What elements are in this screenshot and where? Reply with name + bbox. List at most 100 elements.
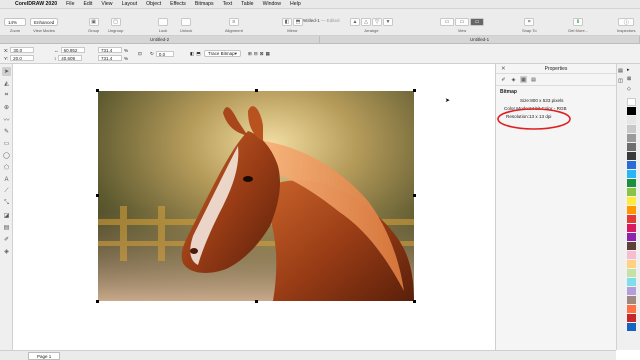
drop-shadow-tool-icon[interactable]: ◪	[2, 211, 11, 220]
transparency-tool-icon[interactable]: ▤	[2, 223, 11, 232]
y-input[interactable]: 20.0	[10, 55, 35, 61]
lock-ratio-icon[interactable]: ⊡	[138, 51, 142, 57]
connector-tool-icon[interactable]: ⤡	[2, 199, 11, 208]
objects-side-icon[interactable]: ◫	[617, 78, 624, 84]
outline-tab-icon[interactable]: ✐	[500, 76, 507, 83]
palette-swatch[interactable]	[627, 305, 636, 313]
menu-file[interactable]: File	[66, 1, 74, 7]
polygon-tool-icon[interactable]: ⬠	[2, 163, 11, 172]
properties-side-icon[interactable]: ▤	[617, 68, 624, 74]
mirror-vertical-icon[interactable]: ⬒	[293, 18, 303, 26]
to-front-icon[interactable]: ▲	[350, 18, 360, 26]
palette-swatch[interactable]	[627, 233, 636, 241]
crop-bitmap-icon[interactable]: ⊟	[254, 51, 258, 57]
palette-swatch[interactable]	[627, 224, 636, 232]
handle-top-left[interactable]	[96, 89, 99, 92]
menu-text[interactable]: Text	[223, 1, 233, 7]
rectangle-tool-icon[interactable]: ▭	[2, 139, 11, 148]
handle-middle-right[interactable]	[413, 194, 416, 197]
tab-untitled-2[interactable]: Untitled-2	[0, 36, 320, 43]
palette-swatch[interactable]	[627, 287, 636, 295]
palette-swatch[interactable]	[627, 116, 636, 124]
freehand-tool-icon[interactable]: 〰	[2, 115, 11, 124]
lock-ratio[interactable]: ⊡	[138, 51, 142, 57]
menu-table[interactable]: Table	[241, 1, 253, 7]
unlock-icon[interactable]	[181, 18, 192, 26]
get-more-icon[interactable]: ⬇	[573, 18, 583, 26]
palette-swatch[interactable]	[627, 206, 636, 214]
palette-lock-icon[interactable]: ◇	[627, 86, 631, 92]
palette-swatch[interactable]	[627, 269, 636, 277]
menu-app-name[interactable]: CorelDRAW 2020	[15, 1, 57, 7]
to-back-icon[interactable]: ▼	[383, 18, 393, 26]
palette-swatch[interactable]	[627, 98, 636, 106]
mirror-v-small-icon[interactable]: ⬒	[196, 51, 200, 57]
zoom-tool-icon[interactable]: ⊕	[2, 103, 11, 112]
palette-swatch[interactable]	[627, 161, 636, 169]
palette-swatch[interactable]	[627, 143, 636, 151]
lock-icon[interactable]	[158, 18, 168, 26]
edit-bitmap-icon[interactable]: ⊞	[248, 51, 252, 57]
view-normal-icon[interactable]: ▭	[455, 18, 469, 26]
view-mode-select[interactable]: Enhanced	[30, 18, 58, 26]
handle-bottom-middle[interactable]	[255, 300, 258, 303]
handle-middle-left[interactable]	[96, 194, 99, 197]
inspectors-icon[interactable]: ⓘ	[618, 18, 635, 26]
menu-bitmaps[interactable]: Bitmaps	[195, 1, 214, 7]
fill-tool-icon[interactable]: ◈	[2, 247, 11, 256]
handle-bottom-left[interactable]	[96, 300, 99, 303]
palette-swatch[interactable]	[627, 188, 636, 196]
ungroup-icon[interactable]: ▢	[110, 18, 121, 26]
tab-untitled-1[interactable]: Untitled-1	[320, 36, 640, 43]
menu-window[interactable]: Window	[263, 1, 281, 7]
handle-bottom-right[interactable]	[413, 300, 416, 303]
menu-object[interactable]: Object	[146, 1, 161, 7]
snap-icon[interactable]: ⌗	[524, 18, 535, 26]
width-input[interactable]: 60.952	[60, 47, 85, 53]
horse-bitmap[interactable]	[98, 91, 414, 301]
eyedropper-tool-icon[interactable]: ✐	[2, 235, 11, 244]
palette-swatch[interactable]	[627, 125, 636, 133]
handle-top-right[interactable]	[413, 89, 416, 92]
palette-swatch[interactable]	[627, 323, 636, 331]
palette-swatch[interactable]	[627, 242, 636, 250]
ellipse-tool-icon[interactable]: ◯	[2, 151, 11, 160]
scale-y-input[interactable]: 731.4	[98, 55, 122, 61]
palette-swatch[interactable]	[627, 152, 636, 160]
pick-tool-icon[interactable]: ➤	[2, 67, 11, 76]
palette-swatch[interactable]	[627, 215, 636, 223]
rotation-input[interactable]: 0.0	[155, 51, 174, 57]
palette-menu-icon[interactable]: ▸	[627, 67, 630, 73]
fill-tab-icon[interactable]: ◈	[510, 76, 517, 83]
page-tab[interactable]: Page 1	[28, 352, 61, 360]
palette-swatch[interactable]	[627, 251, 636, 259]
backward-icon[interactable]: ▽	[372, 18, 382, 26]
menu-effects[interactable]: Effects	[170, 1, 186, 7]
bitmap-mask-icon[interactable]: ▦	[266, 51, 270, 57]
palette-swatch[interactable]	[627, 278, 636, 286]
palette-swatch[interactable]	[627, 260, 636, 268]
x-input[interactable]: 30.0	[10, 47, 35, 53]
group-icon[interactable]: ▣	[88, 18, 99, 26]
palette-swatch[interactable]	[627, 314, 636, 322]
drawing-canvas[interactable]: ➤	[13, 64, 495, 350]
menu-layout[interactable]: Layout	[122, 1, 138, 7]
parallel-dimension-tool-icon[interactable]: ⟋	[2, 187, 11, 196]
height-input[interactable]: 40.609	[58, 55, 83, 61]
palette-swatch[interactable]	[627, 197, 636, 205]
trace-bitmap-button[interactable]: Trace Bitmap ▾	[204, 50, 241, 57]
crop-tool-icon[interactable]: ⌗	[2, 91, 11, 100]
palette-swatch[interactable]	[627, 179, 636, 187]
text-tool-icon[interactable]: A	[2, 175, 11, 184]
forward-icon[interactable]: △	[361, 18, 371, 26]
menu-view[interactable]: View	[101, 1, 112, 7]
menu-edit[interactable]: Edit	[83, 1, 92, 7]
scale-x-input[interactable]: 731.4	[98, 47, 122, 53]
alignment-icon[interactable]: ≡	[228, 18, 239, 26]
view-simple-icon[interactable]: ▭	[440, 18, 454, 26]
menu-help[interactable]: Help	[290, 1, 301, 7]
palette-swatch[interactable]	[627, 134, 636, 142]
close-docker-icon[interactable]: ✕	[501, 66, 506, 72]
palette-swatch[interactable]	[627, 296, 636, 304]
mirror-horizontal-icon[interactable]: ◧	[282, 18, 292, 26]
